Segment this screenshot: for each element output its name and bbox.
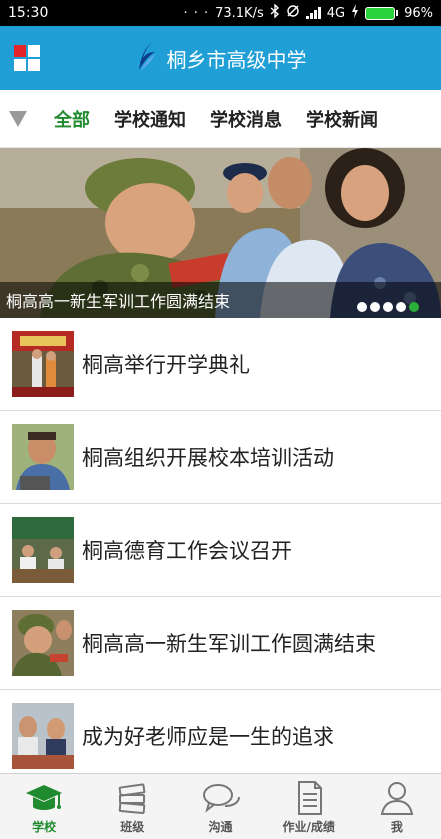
- news-title: 桐高高一新生军训工作圆满结束: [82, 632, 376, 656]
- nav-label: 班级: [120, 820, 145, 834]
- app-header: 桐乡市高级中学: [0, 26, 441, 90]
- carousel-dot: [396, 302, 406, 312]
- banner-carousel[interactable]: 桐高高一新生军训工作圆满结束: [0, 148, 441, 318]
- list-item[interactable]: 桐高高一新生军训工作圆满结束: [0, 597, 441, 690]
- carousel-dot: [370, 302, 380, 312]
- carousel-dot: [383, 302, 393, 312]
- grid-menu-icon[interactable]: [14, 45, 40, 71]
- nav-label: 沟通: [208, 820, 233, 834]
- news-thumbnail: [12, 703, 74, 769]
- news-title: 桐高组织开展校本培训活动: [82, 446, 334, 470]
- nav-homework-grades[interactable]: 作业/成绩: [265, 774, 353, 839]
- battery-icon: [365, 6, 399, 20]
- list-item[interactable]: 成为好老师应是一生的追求: [0, 690, 441, 773]
- status-indicators: · · · 73.1K/s 4G 96%: [183, 3, 433, 22]
- network-type: 4G: [326, 5, 346, 21]
- news-thumbnail: [12, 517, 74, 583]
- nav-communication[interactable]: 沟通: [176, 774, 264, 839]
- network-speed: 73.1K/s: [215, 5, 264, 21]
- list-item[interactable]: 桐高组织开展校本培训活动: [0, 411, 441, 504]
- category-tabs: 全部 学校通知 学校消息 学校新闻: [0, 90, 441, 148]
- page-title: 桐乡市高级中学: [166, 47, 307, 72]
- books-icon: [118, 783, 146, 814]
- news-list: 桐高举行开学典礼 桐高组织开展校本培训活动 桐高德育工作会议召开 桐高高一新生军…: [0, 318, 441, 773]
- news-title: 桐高德育工作会议召开: [82, 539, 292, 563]
- battery-level: 96%: [404, 5, 433, 21]
- bluetooth-icon: [270, 3, 280, 22]
- nav-label: 学校: [32, 820, 57, 834]
- tab-dropdown-toggle[interactable]: [0, 110, 36, 127]
- news-title: 成为好老师应是一生的追求: [82, 725, 334, 749]
- bottom-nav: 学校 班级 沟通 作业/成绩 我: [0, 773, 441, 839]
- status-bar: 15:30 · · · 73.1K/s 4G 96%: [0, 0, 441, 26]
- chat-bubbles-icon: [202, 784, 240, 813]
- news-thumbnail: [12, 610, 74, 676]
- carousel-indicator: [357, 302, 419, 312]
- user-icon: [380, 782, 414, 815]
- list-item[interactable]: 桐高举行开学典礼: [0, 318, 441, 411]
- tab-school-notice[interactable]: 学校通知: [114, 106, 186, 132]
- alarm-off-icon: [286, 4, 300, 22]
- signal-icon: [305, 7, 321, 19]
- charging-icon: [351, 4, 359, 22]
- nav-school[interactable]: 学校: [0, 774, 88, 839]
- news-thumbnail: [12, 331, 74, 397]
- triangle-down-icon: [9, 110, 27, 127]
- graduation-cap-icon: [26, 785, 63, 810]
- banner-caption-bar: 桐高高一新生军训工作圆满结束: [0, 282, 441, 318]
- tab-all[interactable]: 全部: [54, 106, 90, 132]
- news-thumbnail: [12, 424, 74, 490]
- carousel-dot: [357, 302, 367, 312]
- news-title: 桐高举行开学典礼: [82, 353, 250, 377]
- status-time: 15:30: [8, 5, 49, 21]
- document-icon: [297, 781, 322, 815]
- tab-school-message[interactable]: 学校消息: [210, 106, 282, 132]
- carousel-dot-active: [409, 302, 419, 312]
- list-item[interactable]: 桐高德育工作会议召开: [0, 504, 441, 597]
- nav-me[interactable]: 我: [353, 774, 441, 839]
- nav-label: 作业/成绩: [282, 820, 335, 834]
- nav-label: 我: [390, 820, 403, 834]
- banner-caption: 桐高高一新生军训工作圆满结束: [6, 292, 231, 311]
- tab-school-news[interactable]: 学校新闻: [306, 106, 378, 132]
- header-title-group: 桐乡市高级中学: [135, 40, 307, 76]
- notification-dots: · · ·: [183, 5, 210, 21]
- nav-class[interactable]: 班级: [88, 774, 176, 839]
- school-logo-icon: [135, 40, 157, 76]
